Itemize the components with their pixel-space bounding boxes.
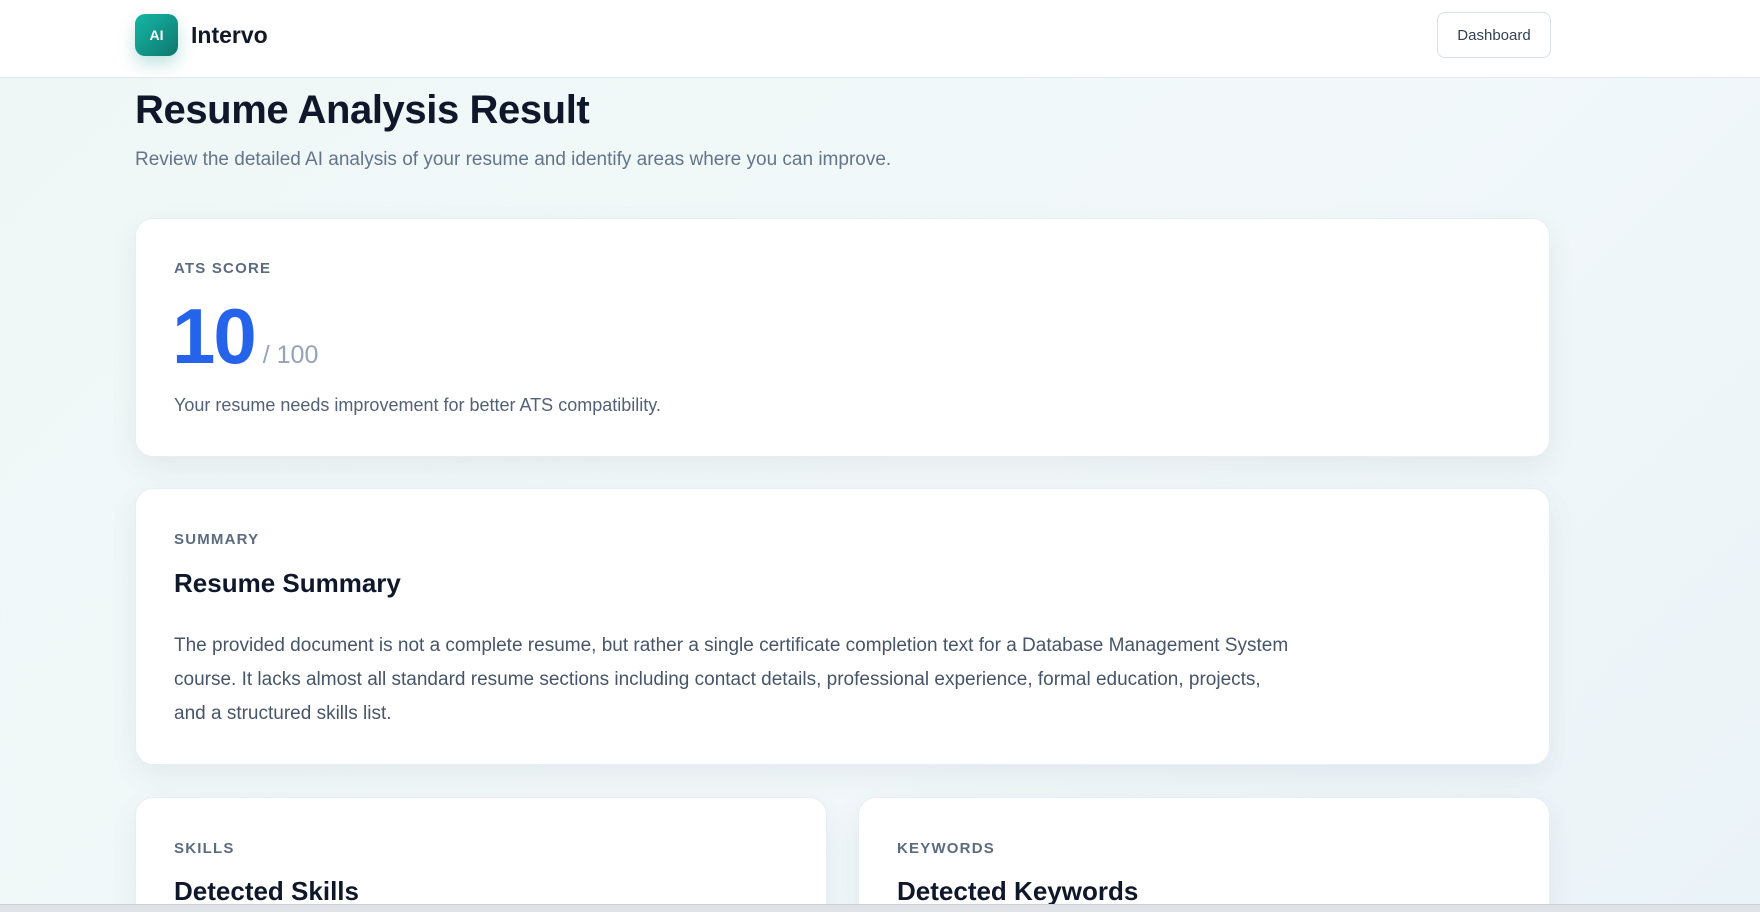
ats-score-card: ATS SCORE 10 / 100 Your resume needs imp… xyxy=(135,218,1550,457)
summary-text: The provided document is not a complete … xyxy=(174,635,1289,724)
page-title: Resume Analysis Result xyxy=(135,88,590,132)
brand-name: Intervo xyxy=(191,21,268,48)
summary-label: SUMMARY xyxy=(174,531,260,548)
skills-heading: Detected Skills xyxy=(174,876,359,906)
detected-keywords-card: KEYWORDS Detected Keywords xyxy=(858,797,1550,912)
ats-score-value: 10 xyxy=(172,292,257,380)
horizontal-scrollbar[interactable] xyxy=(0,904,1760,912)
resume-summary-card: SUMMARY Resume Summary The provided docu… xyxy=(135,488,1550,765)
top-navigation-bar: AI Intervo Dashboard xyxy=(0,0,1760,78)
summary-heading: Resume Summary xyxy=(174,568,401,598)
dashboard-button[interactable]: Dashboard xyxy=(1437,12,1551,58)
keywords-label: KEYWORDS xyxy=(897,840,995,857)
ats-score-max: / 100 xyxy=(262,341,319,369)
page-subtitle: Review the detailed AI analysis of your … xyxy=(135,149,892,170)
detected-skills-card: SKILLS Detected Skills xyxy=(135,797,827,912)
ats-score-display: 10 / 100 xyxy=(172,297,318,375)
ats-score-label: ATS SCORE xyxy=(174,260,272,277)
keywords-heading: Detected Keywords xyxy=(897,876,1139,906)
ats-score-note: Your resume needs improvement for better… xyxy=(174,395,661,415)
brand-logo[interactable]: AI Intervo xyxy=(135,14,268,56)
skills-label: SKILLS xyxy=(174,840,235,857)
ai-logo-icon: AI xyxy=(135,14,178,56)
